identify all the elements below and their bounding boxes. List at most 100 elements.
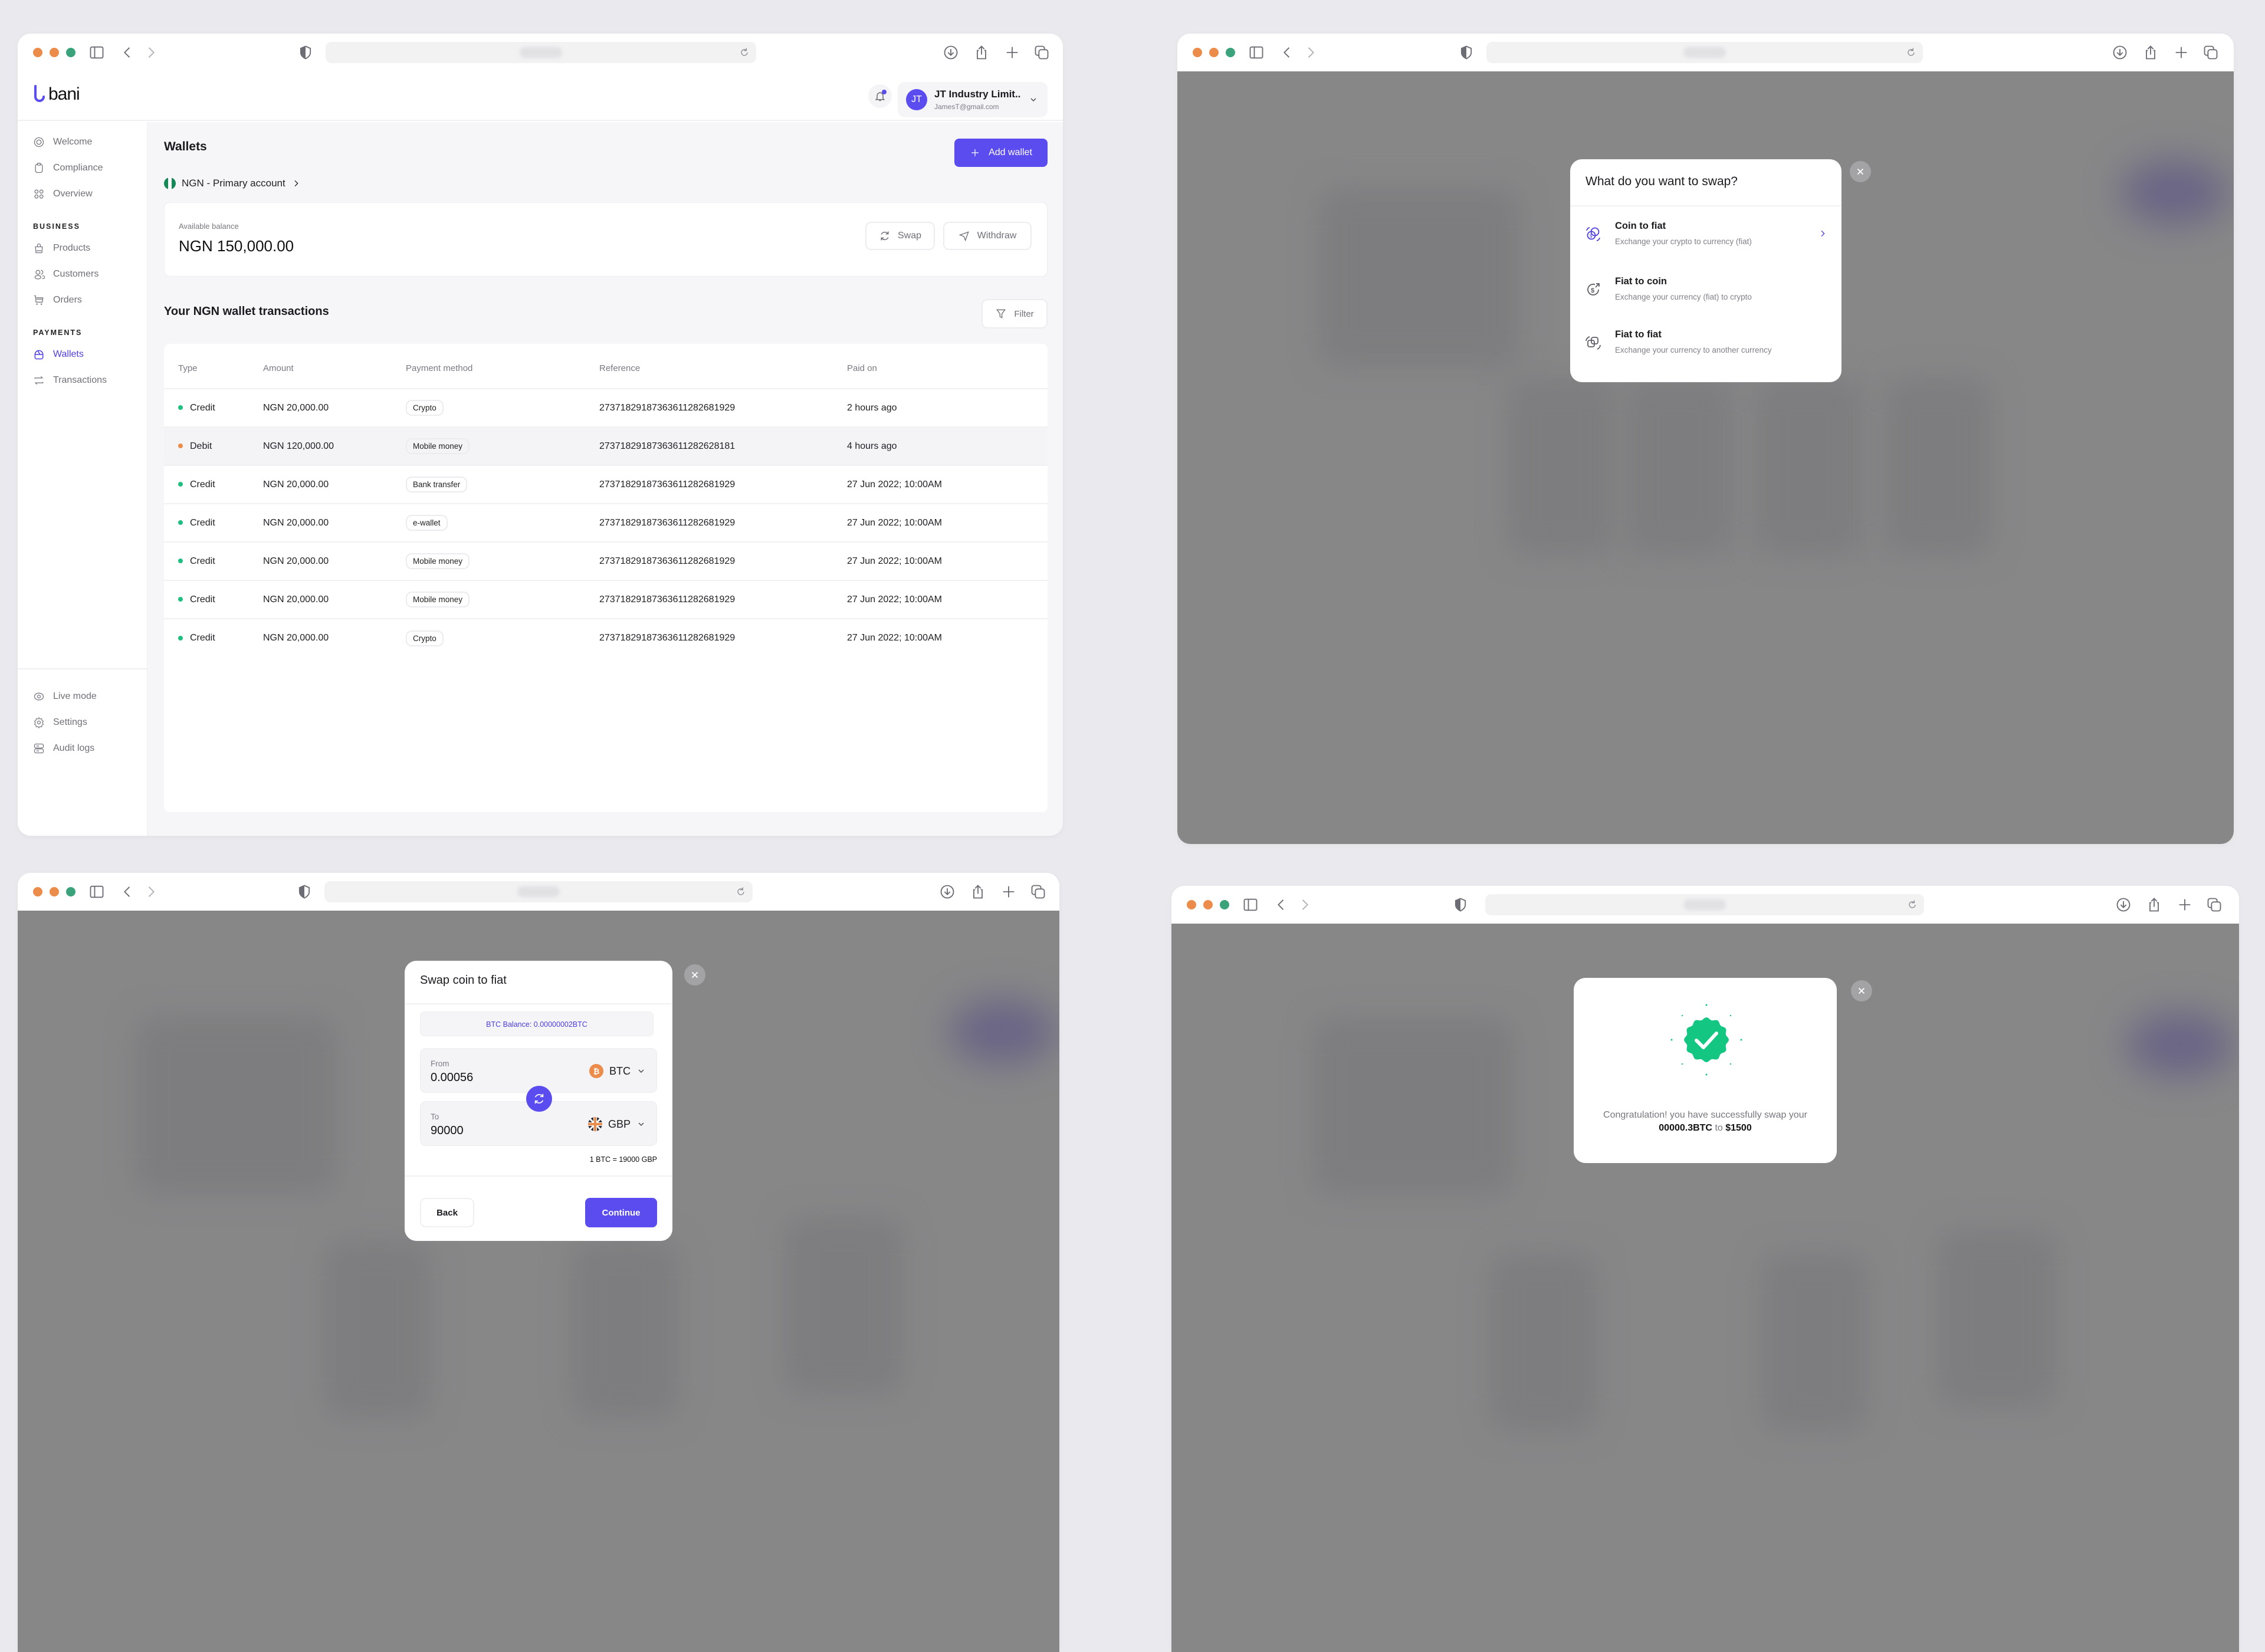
new-tab-icon[interactable] — [1000, 884, 1017, 900]
maximize-window-button[interactable] — [66, 48, 76, 57]
column-header-paid-on[interactable]: Paid on — [847, 344, 1048, 389]
forward-nav-icon[interactable] — [143, 44, 159, 61]
tab-overview-icon[interactable] — [2202, 44, 2219, 61]
account-selector[interactable]: NGN - Primary account — [164, 178, 301, 189]
swap-option-coin-to-fiat[interactable]: $ Coin to fiat Exchange your crypto to c… — [1570, 209, 1841, 262]
add-wallet-button[interactable]: Add wallet — [954, 139, 1048, 167]
forward-nav-icon[interactable] — [1302, 44, 1319, 61]
table-row[interactable]: Credit NGN 20,000.00 Mobile money 273718291… — [164, 580, 1048, 619]
sidebar-item-products[interactable]: Products — [18, 235, 147, 261]
sidebar-item-wallets[interactable]: Wallets — [18, 341, 147, 367]
sidebar-item-welcome[interactable]: Welcome — [18, 129, 147, 155]
address-bar[interactable] — [1486, 42, 1923, 63]
back-nav-icon[interactable] — [1279, 44, 1295, 61]
server-icon — [34, 743, 44, 754]
to-amount-input[interactable]: 90000 — [431, 1124, 464, 1138]
share-icon[interactable] — [2142, 44, 2159, 61]
back-button[interactable]: Back — [420, 1198, 474, 1227]
minimize-window-button[interactable] — [50, 48, 59, 57]
back-nav-icon[interactable] — [1273, 896, 1289, 913]
sidebar-toggle-icon[interactable] — [1242, 896, 1259, 913]
to-currency-select[interactable]: GBP — [587, 1117, 646, 1131]
tab-overview-icon[interactable] — [2206, 896, 2223, 913]
swap-button[interactable]: Swap — [865, 222, 935, 250]
sidebar-item-compliance[interactable]: Compliance — [18, 155, 147, 181]
maximize-window-button[interactable] — [1220, 900, 1229, 909]
modal-backdrop[interactable]: Swap coin to fiat BTC Balance: 0.0000000… — [18, 911, 1059, 1652]
share-icon[interactable] — [2146, 896, 2162, 913]
minimize-window-button[interactable] — [1209, 48, 1219, 57]
tab-overview-icon[interactable] — [1030, 884, 1046, 900]
sidebar-toggle-icon[interactable] — [1248, 44, 1265, 61]
close-window-button[interactable] — [1187, 900, 1196, 909]
new-tab-icon[interactable] — [2177, 896, 2193, 913]
minimize-window-button[interactable] — [1203, 900, 1213, 909]
from-currency-select[interactable]: ₿ BTC — [589, 1064, 646, 1078]
column-header-reference[interactable]: Reference — [599, 344, 847, 389]
address-bar[interactable] — [1485, 894, 1924, 915]
table-row[interactable]: Credit NGN 20,000.00 Crypto 273718291873636… — [164, 388, 1048, 427]
reload-icon[interactable] — [1906, 899, 1918, 911]
sidebar-item-settings[interactable]: Settings — [18, 710, 147, 735]
sidebar-toggle-icon[interactable] — [88, 44, 105, 61]
sidebar-item-customers[interactable]: Customers — [18, 261, 147, 287]
sidebar-item-orders[interactable]: Orders — [18, 287, 147, 313]
table-row[interactable]: Credit NGN 20,000.00 e-wallet 2737182918736… — [164, 503, 1048, 542]
account-switcher[interactable]: JT JT Industry Limit.. JamesT@gmail.com — [898, 82, 1048, 117]
modal-backdrop[interactable]: What do you want to swap? $ Coin to fiat… — [1177, 71, 2234, 844]
address-bar[interactable] — [326, 42, 756, 63]
column-header-type[interactable]: Type — [164, 344, 263, 389]
close-modal-button[interactable] — [1851, 980, 1872, 1001]
column-header-payment-method[interactable]: Payment method — [406, 344, 599, 389]
cell-amount: NGN 20,000.00 — [263, 618, 406, 657]
sidebar-item-overview[interactable]: Overview — [18, 181, 147, 207]
withdraw-button[interactable]: Withdraw — [943, 222, 1032, 250]
new-tab-icon[interactable] — [1004, 44, 1020, 61]
chevron-right-icon — [291, 179, 301, 188]
close-window-button[interactable] — [1193, 48, 1202, 57]
table-row[interactable]: Credit NGN 20,000.00 Mobile money 273718291… — [164, 541, 1048, 580]
bani-logo[interactable]: bani — [33, 84, 80, 104]
close-modal-button[interactable] — [1850, 161, 1871, 182]
tab-overview-icon[interactable] — [1033, 44, 1050, 61]
back-nav-icon[interactable] — [119, 44, 136, 61]
from-amount-input[interactable]: 0.00056 — [431, 1071, 473, 1085]
reload-icon[interactable] — [738, 47, 750, 58]
share-icon[interactable] — [970, 884, 986, 900]
sidebar-item-live-mode[interactable]: Live mode — [18, 684, 147, 710]
swap-direction-button[interactable] — [526, 1086, 552, 1112]
filter-button[interactable]: Filter — [982, 299, 1048, 329]
new-tab-icon[interactable] — [2173, 44, 2190, 61]
modal-backdrop[interactable]: Congratulation! you have successfully sw… — [1171, 924, 2239, 1652]
swap-option-fiat-to-fiat[interactable]: Fiat to fiat Exchange your currency to a… — [1570, 317, 1841, 370]
download-icon[interactable] — [939, 884, 956, 900]
reload-icon[interactable] — [735, 886, 747, 898]
address-bar[interactable] — [324, 881, 753, 902]
column-header-amount[interactable]: Amount — [263, 344, 406, 389]
notifications-button[interactable] — [868, 84, 892, 108]
download-icon[interactable] — [943, 44, 959, 61]
reload-icon[interactable] — [1905, 47, 1917, 58]
success-connector: to — [1715, 1123, 1723, 1133]
close-modal-button[interactable] — [684, 964, 705, 986]
download-icon[interactable] — [2112, 44, 2128, 61]
table-row[interactable]: Credit NGN 20,000.00 Bank transfer 27371829… — [164, 465, 1048, 504]
back-nav-icon[interactable] — [119, 884, 136, 900]
sidebar-item-transactions[interactable]: Transactions — [18, 367, 147, 393]
forward-nav-icon[interactable] — [1296, 896, 1313, 913]
close-window-button[interactable] — [33, 48, 42, 57]
download-icon[interactable] — [2115, 896, 2132, 913]
share-icon[interactable] — [973, 44, 990, 61]
forward-nav-icon[interactable] — [143, 884, 159, 900]
sidebar-item-audit-logs[interactable]: Audit logs — [18, 735, 147, 761]
continue-button[interactable]: Continue — [585, 1198, 657, 1227]
swap-option-fiat-to-coin[interactable]: $ Fiat to coin Exchange your currency (f… — [1570, 264, 1841, 317]
table-row[interactable]: Debit NGN 120,000.00 Mobile money 273718291… — [164, 426, 1048, 465]
maximize-window-button[interactable] — [66, 887, 76, 896]
minimize-window-button[interactable] — [50, 887, 59, 896]
table-row[interactable]: Credit NGN 20,000.00 Crypto 273718291873636… — [164, 618, 1048, 657]
sidebar-toggle-icon[interactable] — [88, 884, 105, 900]
maximize-window-button[interactable] — [1226, 48, 1235, 57]
eye-icon — [34, 692, 44, 701]
close-window-button[interactable] — [33, 887, 42, 896]
